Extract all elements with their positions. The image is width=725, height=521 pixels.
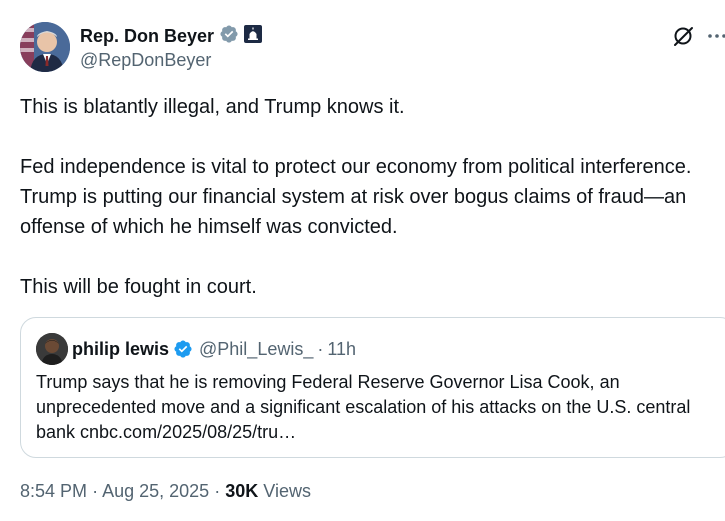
quoted-author-handle[interactable]: @Phil_Lewis_	[199, 339, 313, 360]
more-icon[interactable]	[705, 24, 725, 53]
tweet-paragraph: This is blatantly illegal, and Trump kno…	[20, 96, 405, 118]
tweet-text: This is blatantly illegal, and Trump kno…	[20, 92, 700, 302]
quoted-tweet-text: Trump says that he is removing Federal R…	[36, 372, 691, 442]
tweet-date[interactable]: Aug 25, 2025	[102, 481, 209, 501]
author-name-row: Rep. Don Beyer	[80, 24, 263, 49]
quoted-tweet[interactable]: philip lewis @Phil_Lewis_ · 11h Trump sa…	[20, 317, 725, 458]
quoted-author-avatar[interactable]	[36, 333, 68, 365]
quoted-tweet-header: philip lewis @Phil_Lewis_ · 11h	[36, 333, 356, 365]
quoted-tweet-time[interactable]: 11h	[327, 339, 356, 360]
government-affiliation-icon[interactable]	[244, 25, 263, 48]
grok-icon[interactable]	[672, 24, 696, 53]
views-label: Views	[263, 481, 311, 501]
tweet-meta: 8:54 PM · Aug 25, 2025 · 30K Views	[20, 481, 311, 502]
separator-dot: ·	[92, 481, 99, 501]
verified-badge-icon	[219, 24, 239, 49]
verified-badge-icon	[173, 339, 193, 359]
author-avatar[interactable]	[20, 22, 70, 72]
author-handle[interactable]: @RepDonBeyer	[80, 50, 211, 71]
author-display-name[interactable]: Rep. Don Beyer	[80, 26, 214, 47]
views-count: 30K	[225, 481, 259, 501]
quoted-author-name[interactable]: philip lewis	[72, 339, 169, 360]
tweet-header: Rep. Don Beyer @RepDonBeyer	[20, 22, 725, 74]
tweet-paragraph: Fed independence is vital to protect our…	[20, 156, 692, 238]
tweet-paragraph: This will be fought in court.	[20, 276, 257, 298]
tweet-time[interactable]: 8:54 PM	[20, 481, 87, 501]
separator-dot: ·	[214, 481, 221, 501]
separator-dot: ·	[317, 338, 324, 359]
